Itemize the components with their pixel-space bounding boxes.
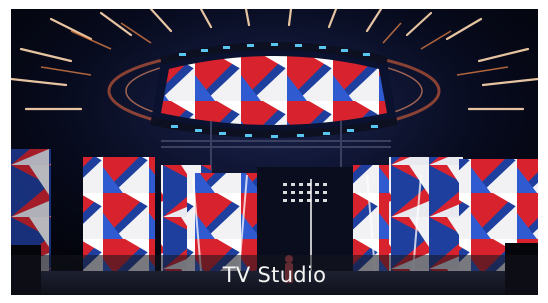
led-drum: [150, 42, 398, 138]
caption-title: TV Studio: [222, 263, 327, 287]
photo-frame: TV Studio: [11, 9, 538, 295]
caption-bar: TV Studio: [11, 255, 538, 295]
studio-photo: [11, 9, 538, 295]
